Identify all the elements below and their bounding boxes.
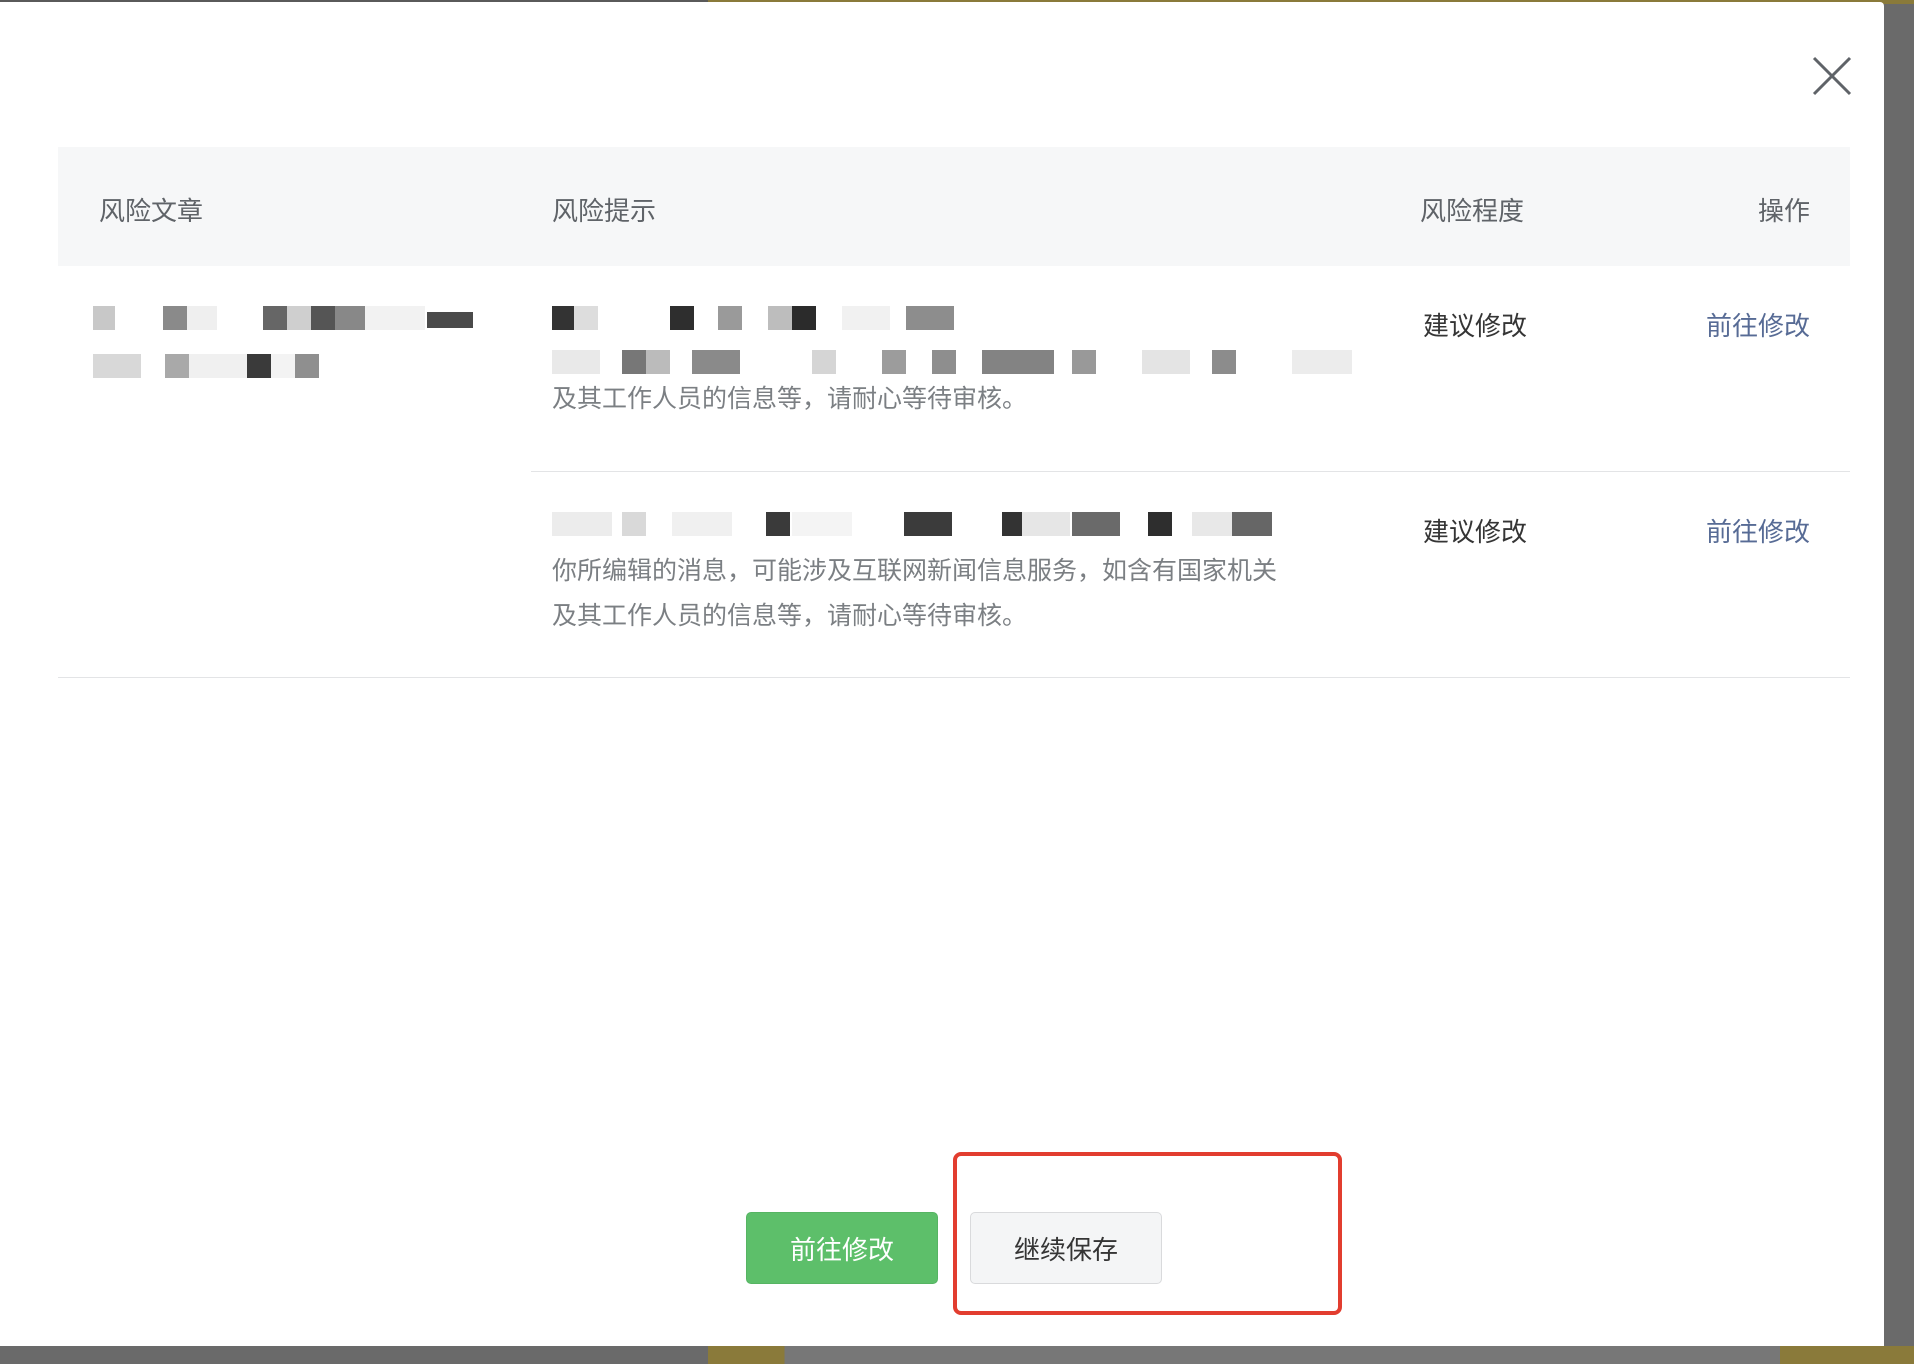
risk-tip-cell: 及其工作人员的信息等，请耐心等待审核。 xyxy=(552,306,1372,421)
tip-description-line2: 及其工作人员的信息等，请耐心等待审核。 xyxy=(552,601,1028,630)
tip-line-redacted xyxy=(552,350,1372,376)
article-title-redacted xyxy=(93,306,493,402)
background-bottom-strip xyxy=(0,1346,1914,1364)
table-header: 风险文章 风险提示 风险程度 操作 xyxy=(58,147,1850,266)
table-body: 及其工作人员的信息等，请耐心等待审核。 建议修改 前往修改 你所编辑的消息，可能… xyxy=(58,266,1850,678)
header-operation: 操作 xyxy=(1757,197,1810,227)
header-tip: 风险提示 xyxy=(552,197,657,227)
table-row: 及其工作人员的信息等，请耐心等待审核。 建议修改 前往修改 xyxy=(531,266,1850,472)
go-modify-link[interactable]: 前往修改 xyxy=(1706,306,1810,343)
risk-level: 建议修改 xyxy=(1423,518,1528,548)
tip-title-redacted xyxy=(552,306,1372,336)
header-level: 风险程度 xyxy=(1420,197,1525,227)
close-button[interactable] xyxy=(1810,54,1854,98)
tip-description-line1: 你所编辑的消息，可能涉及互联网新闻信息服务，如含有国家机关 xyxy=(552,556,1278,585)
go-modify-link[interactable]: 前往修改 xyxy=(1706,512,1810,549)
header-article: 风险文章 xyxy=(99,197,204,227)
risk-level: 建议修改 xyxy=(1423,312,1528,342)
highlight-annotation xyxy=(953,1152,1342,1315)
tip-description: 及其工作人员的信息等，请耐心等待审核。 xyxy=(552,384,1028,413)
go-modify-button[interactable]: 前往修改 xyxy=(746,1212,938,1284)
risk-dialog: 风险文章 风险提示 风险程度 操作 及其工作人员的信息等，请耐心等待审核。 建议… xyxy=(0,2,1884,1346)
table-row: 你所编辑的消息，可能涉及互联网新闻信息服务，如含有国家机关 及其工作人员的信息等… xyxy=(531,472,1850,678)
tip-title-redacted xyxy=(552,512,1372,542)
risk-tip-cell: 你所编辑的消息，可能涉及互联网新闻信息服务，如含有国家机关 及其工作人员的信息等… xyxy=(552,512,1372,638)
risk-table: 风险文章 风险提示 风险程度 操作 及其工作人员的信息等，请耐心等待审核。 建议… xyxy=(58,147,1850,678)
close-icon xyxy=(1812,56,1852,96)
